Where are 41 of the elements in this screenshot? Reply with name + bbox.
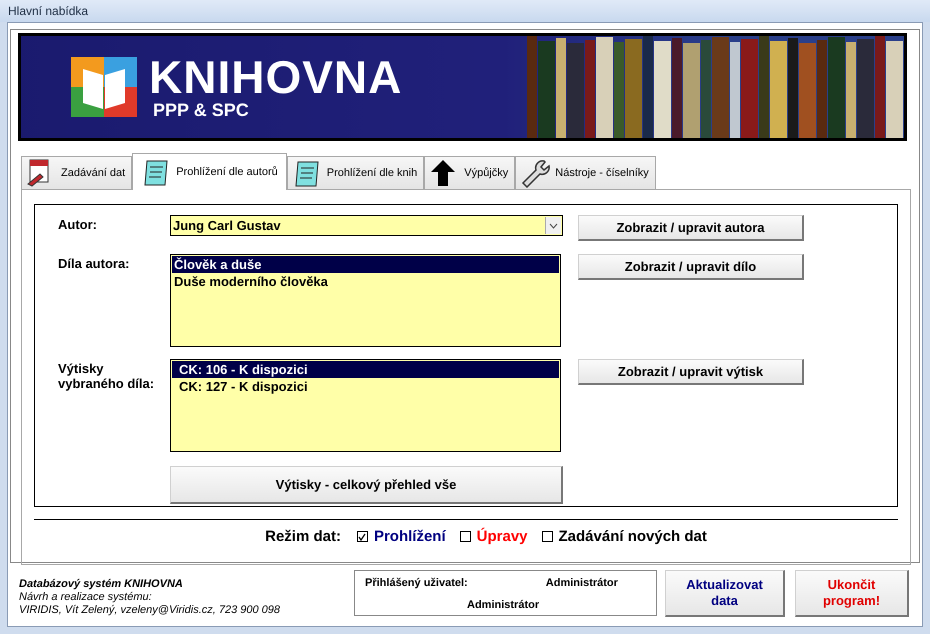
- checkbox[interactable]: [542, 531, 552, 542]
- tab[interactable]: Prohlížení dle knih: [286, 156, 424, 189]
- mode-label: Režim dat:: [265, 528, 341, 545]
- tab[interactable]: Nástroje - číselníky: [515, 156, 656, 189]
- check-icon: [358, 532, 366, 540]
- refresh-button[interactable]: Aktualizovat data: [665, 570, 785, 617]
- tab[interactable]: Výpůjčky: [424, 156, 516, 189]
- exit-button[interactable]: Ukončit program!: [795, 570, 909, 617]
- mode-option-label[interactable]: Prohlížení: [374, 528, 446, 545]
- tab[interactable]: Zadávání dat: [21, 156, 132, 189]
- banner-title: KNIHOVNA: [149, 54, 402, 100]
- credit-text: VIRIDIS, Vít Zelený, vzeleny@Viridis.cz, 723 900 098: [19, 604, 282, 617]
- action-button[interactable]: Výtisky - celkový přehled vše: [170, 466, 563, 504]
- checkbox[interactable]: [356, 531, 368, 542]
- credit-label: Návrh a realizace systému:: [19, 591, 153, 604]
- list-item[interactable]: CK: 106 - K dispozici: [172, 361, 559, 378]
- user-name: Administrátor: [544, 577, 619, 591]
- user-label: Přihlášený uživatel:: [365, 577, 469, 591]
- list-box[interactable]: CK: 106 - K dispozici CK: 127 - K dispozici: [170, 359, 561, 452]
- checkbox[interactable]: [460, 531, 471, 542]
- chevron-down-icon: [549, 222, 558, 228]
- book-logo-icon: [71, 57, 137, 117]
- action-button[interactable]: Zobrazit / upravit výtisk: [578, 359, 804, 385]
- action-button[interactable]: Zobrazit / upravit autora: [578, 215, 804, 241]
- field-label: Autor:: [58, 216, 98, 234]
- wrench-icon: [520, 158, 550, 188]
- author-dropdown[interactable]: Jung Carl Gustav: [170, 215, 563, 236]
- system-name: Databázový systém KNIHOVNA: [19, 578, 184, 591]
- banner-subtitle: PPP & SPC: [153, 100, 250, 120]
- mode-option-label[interactable]: Zadávání nových dat: [558, 528, 707, 545]
- list-item[interactable]: Duše moderního člověka: [172, 272, 559, 290]
- list-item[interactable]: Člověk a duše: [172, 256, 559, 272]
- field-label: Díla autora:: [58, 254, 131, 272]
- list-box[interactable]: Člověk a duše Duše moderního člověka: [170, 254, 561, 346]
- action-button[interactable]: Zobrazit / upravit dílo: [578, 254, 804, 280]
- field-label: Výtisky vybraného díla:: [58, 360, 156, 393]
- window-title: Hlavní nabídka: [0, 0, 930, 22]
- user-role: Administrátor: [466, 599, 540, 613]
- mode-option-label[interactable]: Úpravy: [476, 528, 528, 545]
- list-item[interactable]: CK: 127 - K dispozici: [172, 378, 559, 395]
- tab[interactable]: Prohlížení dle autorů: [132, 153, 287, 190]
